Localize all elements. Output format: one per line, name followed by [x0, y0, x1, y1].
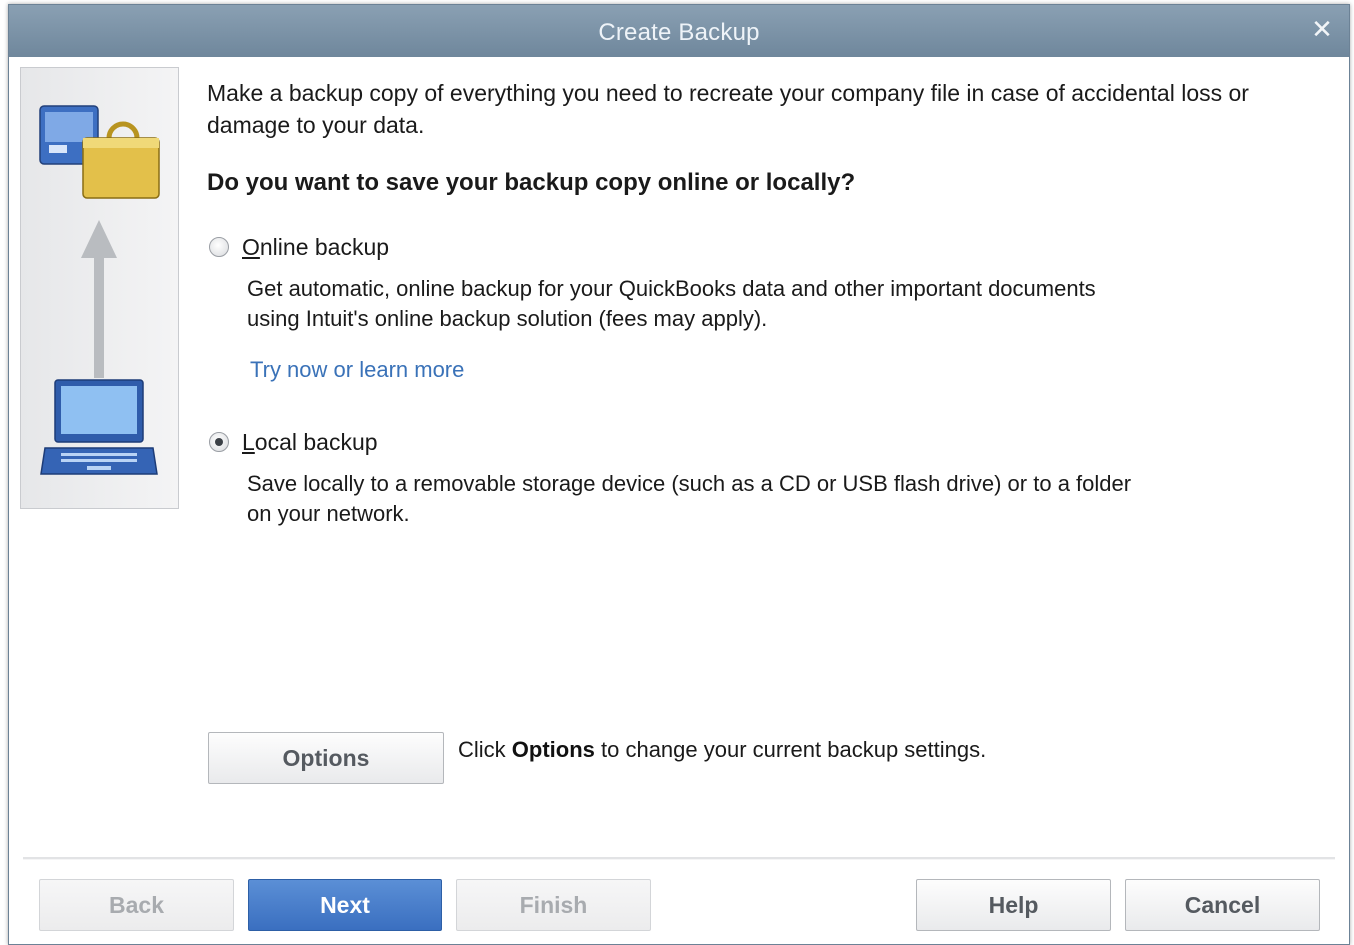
online-backup-mnemonic: O: [242, 234, 260, 260]
backup-location-question: Do you want to save your backup copy onl…: [207, 169, 856, 196]
local-backup-radio[interactable]: [209, 432, 229, 452]
back-button[interactable]: Back: [39, 879, 234, 931]
local-backup-description: Save locally to a removable storage devi…: [247, 471, 1132, 526]
local-backup-mnemonic: L: [242, 429, 255, 455]
close-icon[interactable]: ✕: [1309, 16, 1335, 42]
options-note-suffix: to change your current backup settings.: [594, 737, 987, 762]
online-backup-label[interactable]: Online backup: [242, 234, 389, 261]
try-now-link[interactable]: Try now or learn more: [250, 357, 464, 383]
create-backup-dialog: Create Backup ✕ Make a backup copy of ev…: [8, 4, 1350, 945]
briefcase-lock-icon: [39, 105, 160, 199]
help-button[interactable]: Help: [916, 879, 1111, 931]
laptop-icon: [40, 379, 158, 475]
cancel-button[interactable]: Cancel: [1125, 879, 1320, 931]
intro-text: Make a backup copy of everything you nee…: [207, 80, 1249, 138]
next-button[interactable]: Next: [248, 879, 442, 931]
title-bar[interactable]: Create Backup ✕: [9, 5, 1349, 57]
local-backup-label[interactable]: Local backup: [242, 429, 378, 456]
online-backup-description: Get automatic, online backup for your Qu…: [247, 276, 1096, 331]
up-arrow-icon: [81, 220, 117, 378]
online-backup-radio[interactable]: [209, 237, 229, 257]
footer-separator: [23, 857, 1335, 860]
options-note: Click Options to change your current bac…: [458, 737, 986, 763]
wizard-illustration-panel: [20, 67, 179, 509]
finish-button[interactable]: Finish: [456, 879, 651, 931]
options-note-prefix: Click: [458, 737, 512, 762]
online-backup-label-rest: nline backup: [259, 234, 390, 260]
window-title: Create Backup: [598, 19, 760, 46]
options-button[interactable]: Options: [208, 732, 444, 784]
options-note-bold: Options: [511, 737, 595, 762]
local-backup-label-rest: ocal backup: [254, 429, 378, 455]
backup-illustration: [39, 105, 160, 475]
